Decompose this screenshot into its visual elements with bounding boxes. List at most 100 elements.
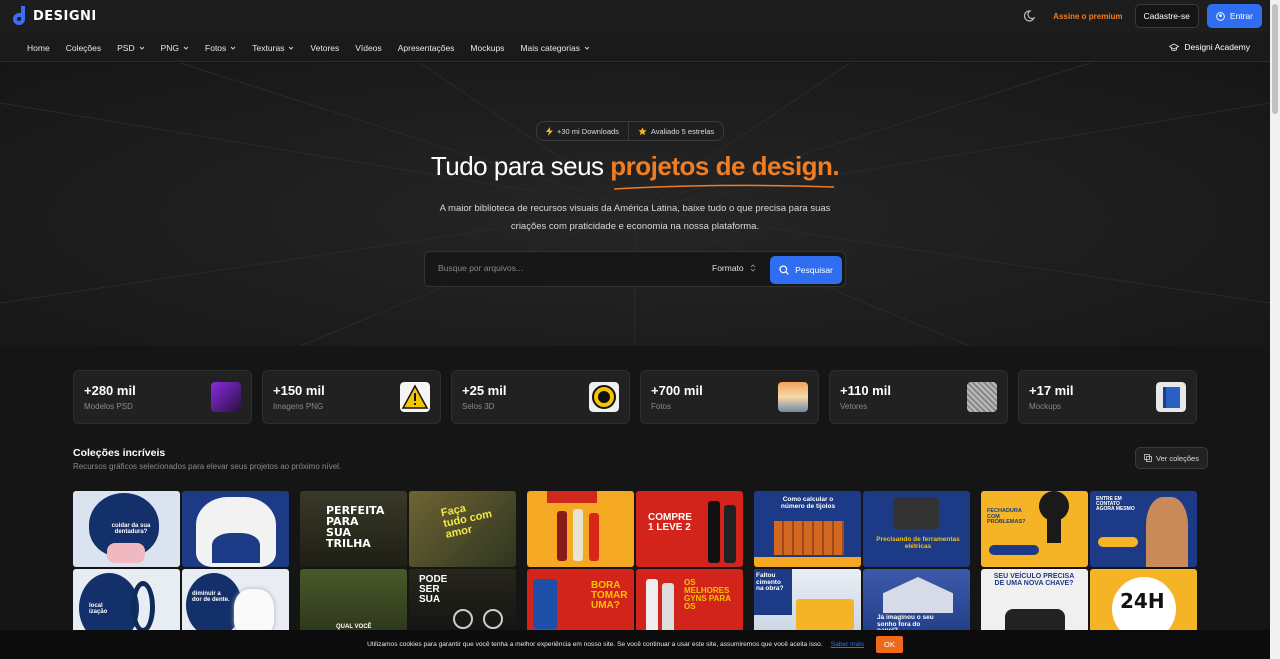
collection-tile: COMPRE 1 LEVE 2 [636,491,743,567]
stat-card-vetores[interactable]: +110 mil Vetores [829,370,1008,424]
cookie-ok-button[interactable]: OK [876,636,903,653]
stat-card-selos[interactable]: +25 mil Selos 3D [451,370,630,424]
collection-tile: Precisando de ferramentas elétricas [863,491,970,567]
tile-text: OS MELHORES GYNS PARA OS [684,578,731,611]
book-mockup-icon [1156,382,1186,412]
stat-card-psd[interactable]: +280 mil Modelos PSD [73,370,252,424]
tile-text: Faça tudo com amor [439,502,494,541]
chevron-down-icon [183,46,189,50]
designi-logo-icon [13,6,25,25]
nav-label: Mais categorias [520,42,580,53]
nav-item-mockups[interactable]: Mockups [470,43,504,53]
dark-mode-icon[interactable] [1021,8,1037,24]
hero-badges: +30 mi Downloads Avaliado 5 estrelas [536,121,725,141]
format-label: Formato [712,263,744,273]
tile-text: PERFEITA PARA SUA TRILHA [326,504,385,550]
main-nav: Home Coleções PSD PNG Fotos Texturas Vet… [0,33,1280,62]
collections-grid: cuidar da sua dentadura? local ização di… [73,491,1197,645]
rating-badge: Avaliado 5 estrelas [629,122,723,140]
tile-text: Como calcular o número de tijolos [780,496,836,510]
tile-text: local ização [89,603,108,615]
collections-icon [1144,454,1152,462]
collection-card-construction[interactable]: Como calcular o número de tijolos Precis… [754,491,970,645]
search-input[interactable]: Busque por arquivos... [438,263,523,273]
collection-tile: Como calcular o número de tijolos [754,491,861,567]
tile-text: COMPRE 1 LEVE 2 [648,512,692,533]
collection-tile: PERFEITA PARA SUA TRILHA [300,491,407,567]
stat-card-fotos[interactable]: +700 mil Fotos [640,370,819,424]
hero-subtitle-line-1: A maior biblioteca de recursos visuais d… [439,203,831,214]
tile-text: cuidar da sua dentadura? [111,523,151,535]
nav-label: PSD [117,42,135,53]
logo[interactable]: DESIGNI [10,6,97,26]
chevron-down-icon [230,46,236,50]
stat-value: +110 mil [840,383,891,398]
stat-value: +150 mil [273,383,325,398]
search-button-label: Pesquisar [795,265,833,275]
nav-item-vetores[interactable]: Vetores [310,43,339,53]
collection-tile: ENTRE EM CONTATO AGORA MESMO [1090,491,1197,567]
collection-card-locksmith[interactable]: FECHADURA COM PROBLEMAS? ENTRE EM CONTAT… [981,491,1197,645]
premium-link[interactable]: Assine o premium [1053,12,1122,21]
tile-text: Precisando de ferramentas elétricas [876,536,960,550]
hero-subtitle: A maior biblioteca de recursos visuais d… [420,200,850,236]
nav-item-png[interactable]: PNG [161,43,189,53]
collection-card-drinks[interactable]: COMPRE 1 LEVE 2 BORA TOMAR UMA? OS MELHO… [527,491,743,645]
lightning-icon [546,126,553,136]
tile-text: Faltou cimento na obra? [756,572,784,592]
nav-item-fotos[interactable]: Fotos [205,43,236,53]
nav-item-apresentacoes[interactable]: Apresentações [398,43,455,53]
stat-card-mockups[interactable]: +17 mil Mockups [1018,370,1197,424]
search-icon [779,265,789,275]
nav-item-texturas[interactable]: Texturas [252,43,294,53]
view-collections-button[interactable]: Ver coleções [1135,447,1208,469]
collection-card-nature[interactable]: PERFEITA PARA SUA TRILHA Faça tudo com a… [300,491,516,645]
format-select[interactable]: Formato [712,263,756,273]
stats-row: +280 mil Modelos PSD +150 mil Imagens PN… [73,370,1197,424]
brand-name: DESIGNI [33,8,97,24]
collection-tile [527,491,634,567]
graduation-cap-icon [1169,42,1180,51]
page-scrollbar[interactable] [1270,0,1280,659]
nav-item-home[interactable]: Home [27,43,50,53]
stat-label: Mockups [1029,402,1062,411]
tile-text: ENTRE EM CONTATO AGORA MESMO [1096,496,1135,512]
collection-tile: Faça tudo com amor [409,491,516,567]
academy-link[interactable]: Designi Academy [1169,42,1250,52]
stat-value: +280 mil [84,383,136,398]
hero-subtitle-line-2: criações com praticidade e economia na n… [510,221,760,232]
collection-card-dental[interactable]: cuidar da sua dentadura? local ização di… [73,491,289,645]
psd-thumbnail-icon [211,382,241,412]
nav-item-videos[interactable]: Vídeos [355,43,381,53]
stat-label: Vetores [840,402,868,411]
stat-label: Fotos [651,402,672,411]
nav-item-colecoes[interactable]: Coleções [66,43,101,53]
nav-label: Vetores [310,42,340,53]
star-icon [638,126,647,135]
nav-label: Apresentações [397,42,455,53]
login-button[interactable]: Entrar [1206,4,1262,28]
title-underline-decoration [613,184,835,190]
nav-label: Mockups [470,42,505,53]
chevron-down-icon [289,46,294,50]
chevron-down-icon [139,46,144,50]
cookie-learn-more-link[interactable]: Saber mais [831,641,864,648]
tile-text: 24H [1120,589,1165,613]
stat-label: Selos 3D [462,402,495,411]
scrollbar-thumb[interactable] [1272,4,1278,114]
hero-title-accent: projetos de design. [610,151,840,181]
collection-tile: FECHADURA COM PROBLEMAS? [981,491,1088,567]
tile-text: SEU VEÍCULO PRECISA DE UMA NOVA CHAVE? [993,573,1075,587]
signup-button[interactable]: Cadastre-se [1134,4,1199,28]
nav-label: Vídeos [355,42,382,53]
tile-text: PODE SER SUA [419,574,448,605]
search-button[interactable]: Pesquisar [770,256,842,284]
hero-title-plain: Tudo para seus [430,151,611,181]
nav-item-mais-categorias[interactable]: Mais categorias [520,43,590,53]
downloads-badge: +30 mi Downloads [537,122,628,140]
nav-item-psd[interactable]: PSD [117,43,144,53]
nav-label: Coleções [65,42,102,53]
stat-card-png[interactable]: +150 mil Imagens PNG [262,370,441,424]
collection-tile [182,491,289,567]
select-arrows-icon [750,264,755,272]
